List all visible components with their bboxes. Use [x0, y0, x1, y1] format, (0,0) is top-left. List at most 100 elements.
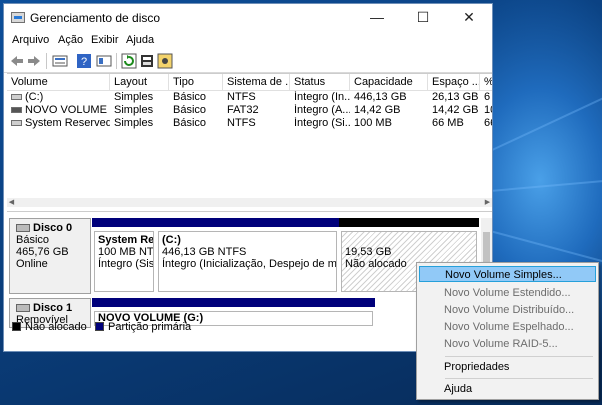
disk-0-name: Disco 0 — [33, 222, 73, 234]
volume-layout: Simples — [114, 117, 154, 129]
menu-item-novo-volume-simples[interactable]: Novo Volume Simples... — [419, 266, 596, 282]
volume-status: Íntegro (Si... — [294, 117, 350, 129]
minimize-button[interactable]: — — [354, 4, 400, 31]
menu-item-ajuda[interactable]: Ajuda — [419, 381, 596, 397]
volume-fs: NTFS — [227, 117, 256, 129]
volume-capacity: 14,42 GB — [354, 104, 401, 116]
title-bar: Gerenciamento de disco — ☐ ✕ — [4, 4, 492, 31]
menu-exibir[interactable]: Exibir — [91, 34, 119, 46]
maximize-button[interactable]: ☐ — [400, 4, 446, 31]
menu-item-novo-volume-estendido[interactable]: Novo Volume Estendido... — [419, 285, 596, 301]
menu-acao[interactable]: Ação — [58, 34, 83, 46]
disk-management-app-icon — [11, 12, 25, 23]
volume-list-header: Volume Layout Tipo Sistema de ... Status… — [7, 74, 492, 91]
menu-item-novo-volume-espelhado[interactable]: Novo Volume Espelhado... — [419, 319, 596, 335]
menu-ajuda[interactable]: Ajuda — [126, 34, 154, 46]
column-header-status[interactable]: Status — [290, 74, 350, 90]
partition-bar — [92, 298, 375, 307]
context-menu: Novo Volume Simples... Novo Volume Esten… — [416, 262, 599, 400]
volume-name: (C:) — [25, 91, 44, 103]
partition-detail: 100 MB NTFS — [98, 246, 154, 258]
legend: Não alocado Partição primária — [12, 320, 482, 334]
column-header-tipo[interactable]: Tipo — [169, 74, 223, 90]
partition-c[interactable]: (C:) 446,13 GB NTFS Íntegro (Inicializaç… — [156, 218, 339, 294]
volume-list-icon[interactable] — [96, 53, 112, 69]
column-header-capacidade[interactable]: Capacidade — [350, 74, 428, 90]
light-ray — [489, 177, 602, 192]
scroll-right-icon[interactable]: ▶ — [483, 198, 492, 207]
close-button[interactable]: ✕ — [446, 4, 492, 31]
toolbar-separator — [46, 53, 47, 69]
volume-free: 26,13 GB — [432, 91, 479, 103]
toolbar: ? — [4, 50, 492, 73]
partition-title: System Rese — [98, 234, 154, 246]
column-header-espaco[interactable]: Espaço ... — [428, 74, 480, 90]
volume-fs: FAT32 — [227, 104, 259, 116]
partition-body: (C:) 446,13 GB NTFS Íntegro (Inicializaç… — [158, 231, 337, 292]
volume-status: Íntegro (A... — [294, 104, 350, 116]
disk-0-type: Básico — [16, 234, 50, 246]
column-header-percent[interactable]: % L — [480, 74, 492, 90]
volume-pct: 66 — [484, 117, 492, 129]
volume-name: System Reserved — [25, 117, 110, 129]
partition-detail: 19,53 GB — [345, 246, 392, 258]
window-title: Gerenciamento de disco — [30, 11, 161, 25]
partition-status: Não alocado — [345, 258, 407, 270]
volume-name: NOVO VOLUME (G:) — [25, 104, 110, 116]
toolbar-separator — [116, 53, 117, 69]
volume-list: Volume Layout Tipo Sistema de ... Status… — [7, 73, 492, 200]
menu-separator — [445, 356, 593, 357]
menu-item-propriedades[interactable]: Propriedades — [419, 359, 596, 375]
legend-label-unallocated: Não alocado — [25, 321, 87, 333]
volume-free: 14,42 GB — [432, 104, 479, 116]
volume-pct: 100 — [484, 104, 492, 116]
column-header-layout[interactable]: Layout — [110, 74, 169, 90]
volume-pct: 6 % — [484, 91, 492, 103]
disk-icon — [16, 224, 30, 233]
partition-bar — [339, 218, 479, 227]
partition-detail: 446,13 GB NTFS — [162, 246, 247, 258]
properties-icon[interactable] — [139, 53, 155, 69]
legend-swatch-primary — [95, 322, 104, 331]
table-row[interactable]: NOVO VOLUME (G:) Simples Básico FAT32 Ín… — [7, 104, 492, 117]
disk-1-name: Disco 1 — [33, 302, 73, 314]
partition-system-reserved[interactable]: System Rese 100 MB NTFS Íntegro (Siste — [92, 218, 156, 294]
volume-status: Íntegro (In... — [294, 91, 350, 103]
volume-fs: NTFS — [227, 91, 256, 103]
back-arrow-icon[interactable] — [9, 53, 25, 69]
settings-icon[interactable] — [157, 53, 173, 69]
menu-bar: Arquivo Ação Exibir Ajuda — [4, 31, 492, 50]
volume-type: Básico — [173, 117, 207, 129]
horizontal-scrollbar[interactable]: ◀ ▶ — [7, 198, 492, 207]
refresh-icon[interactable] — [121, 53, 137, 69]
light-ray — [489, 90, 602, 152]
menu-item-novo-volume-raid5[interactable]: Novo Volume RAID-5... — [419, 336, 596, 352]
menu-separator — [445, 378, 593, 379]
scroll-left-icon[interactable]: ◀ — [7, 198, 16, 207]
volume-type: Básico — [173, 91, 207, 103]
volume-layout: Simples — [114, 104, 154, 116]
partition-status: Íntegro (Siste — [98, 258, 154, 270]
menu-arquivo[interactable]: Arquivo — [12, 34, 49, 46]
volume-capacity: 446,13 GB — [354, 91, 407, 103]
table-row[interactable]: (C:) Simples Básico NTFS Íntegro (In... … — [7, 91, 492, 104]
disk-0-state: Online — [16, 258, 48, 270]
partition-status: Íntegro (Inicialização, Despejo de memór… — [162, 258, 337, 270]
partition-title: (C:) — [162, 234, 181, 246]
svg-text:?: ? — [81, 56, 87, 68]
partition-body: System Rese 100 MB NTFS Íntegro (Siste — [94, 231, 154, 292]
partition-bar — [156, 218, 339, 227]
column-header-volume[interactable]: Volume — [7, 74, 110, 90]
legend-label-primary: Partição primária — [108, 321, 192, 333]
disk-list-icon[interactable] — [52, 53, 68, 69]
volume-capacity: 100 MB — [354, 117, 392, 129]
volume-type: Básico — [173, 104, 207, 116]
disk-icon — [16, 304, 30, 313]
menu-item-novo-volume-distribuido[interactable]: Novo Volume Distribuído... — [419, 302, 596, 318]
help-icon[interactable]: ? — [76, 53, 92, 69]
disk-0-size: 465,76 GB — [16, 246, 69, 258]
column-header-sistema[interactable]: Sistema de ... — [223, 74, 290, 90]
table-row[interactable]: System Reserved Simples Básico NTFS Ínte… — [7, 117, 492, 130]
forward-arrow-icon[interactable] — [26, 53, 42, 69]
disk-0-label[interactable]: Disco 0 Básico 465,76 GB Online — [9, 218, 91, 294]
